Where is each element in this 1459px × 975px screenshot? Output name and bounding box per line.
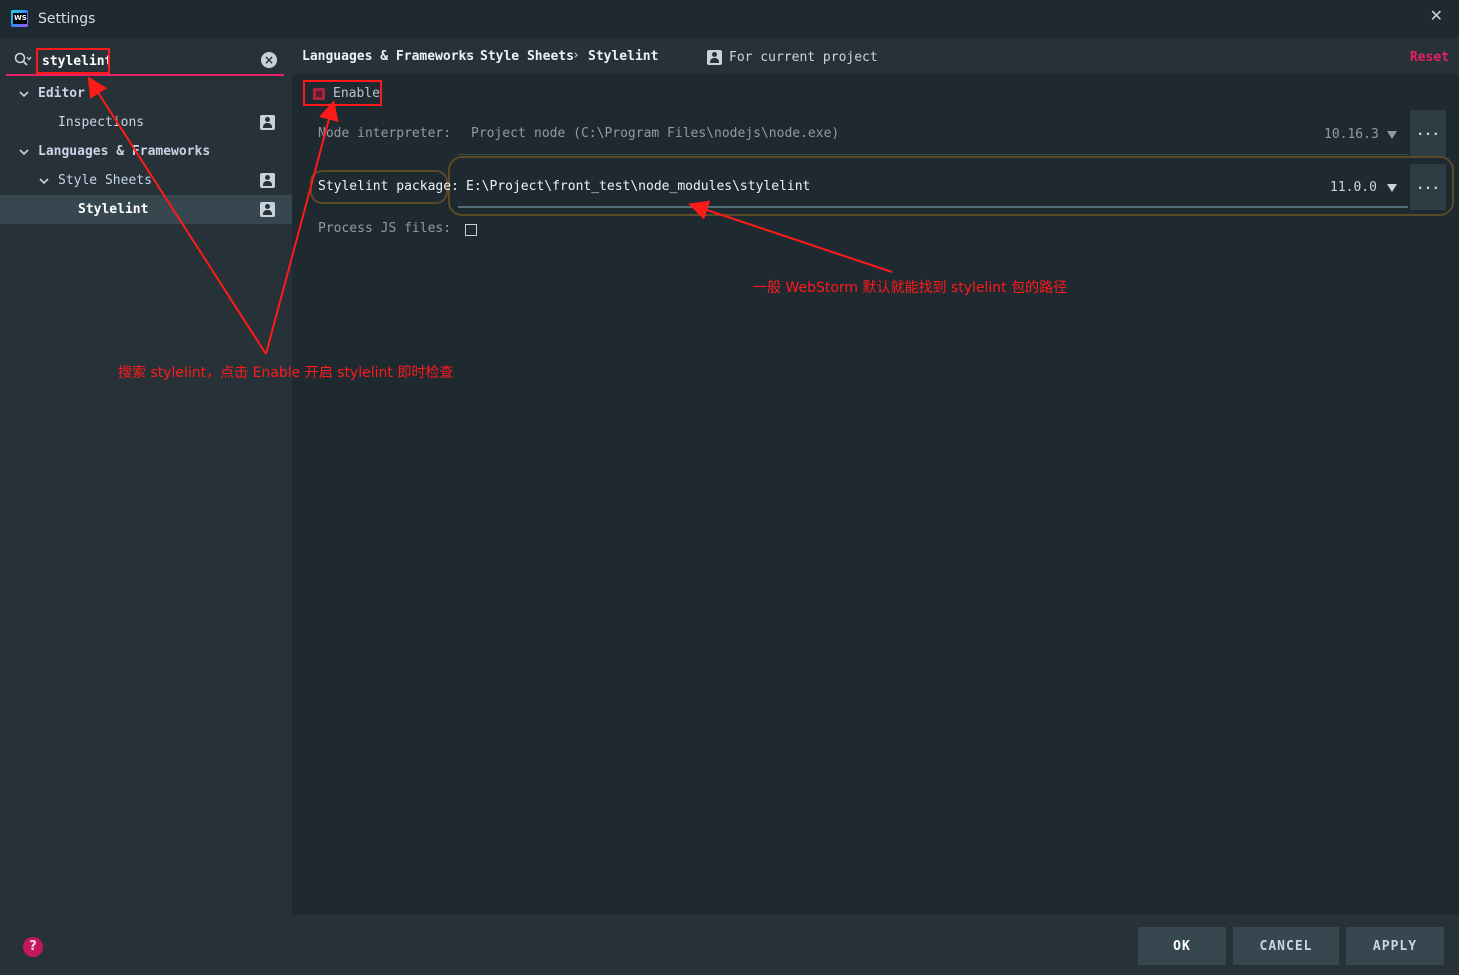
project-scope-icon (707, 50, 722, 65)
search-annotation: 搜索 stylelint，点击 Enable 开启 stylelint 即时检查 (118, 365, 454, 381)
divider (458, 154, 1408, 155)
cancel-button[interactable]: CANCEL (1233, 927, 1339, 965)
tree-item-label: Languages & Frameworks (38, 144, 211, 159)
breadcrumb-separator: › (572, 48, 580, 63)
breadcrumb-languages-frameworks: Languages & Frameworks (302, 49, 475, 64)
stylelint-package-label: Stylelint package: (318, 179, 459, 194)
window-title: Settings (38, 11, 96, 27)
package-annotation: 一般 WebStorm 默认就能找到 stylelint 包的路径 (753, 280, 1068, 296)
process-js-checkbox[interactable] (465, 224, 477, 236)
tree-item-style-sheets[interactable]: Style Sheets (0, 166, 292, 195)
chevron-down-icon[interactable] (19, 89, 29, 99)
settings-sidebar: × Editor Inspections Languages & Framewo… (0, 38, 292, 915)
browse-stylelint-button[interactable]: ... (1410, 164, 1446, 210)
dialog-footer: ? OK CANCEL APPLY (0, 915, 1459, 975)
search-icon[interactable] (14, 52, 32, 68)
node-version: 10.16.3 (1324, 127, 1379, 142)
search-box: × (6, 44, 284, 76)
search-input[interactable] (36, 48, 110, 74)
clear-search-icon[interactable]: × (261, 52, 277, 68)
stylelint-version: 11.0.0 (1330, 180, 1377, 195)
scope-label: For current project (729, 50, 878, 65)
project-scope-icon (260, 173, 275, 188)
tree-item-label: Style Sheets (58, 173, 152, 188)
breadcrumb-style-sheets: Style Sheets (480, 49, 574, 64)
tree-item-stylelint[interactable]: Stylelint (0, 195, 292, 224)
node-interpreter-label: Node interpreter: (318, 126, 452, 141)
content-header: Languages & Frameworks › Style Sheets › … (292, 38, 1459, 74)
breadcrumb-stylelint: Stylelint (588, 49, 659, 64)
close-icon[interactable]: ✕ (1430, 6, 1443, 25)
project-scope-icon (260, 202, 275, 217)
chevron-down-icon[interactable] (19, 147, 29, 157)
project-scope-icon (260, 115, 275, 130)
stylelint-package-input[interactable]: E:\Project\front_test\node_modules\style… (466, 179, 810, 194)
settings-content: Languages & Frameworks › Style Sheets › … (292, 38, 1459, 915)
reset-link[interactable]: Reset (1410, 50, 1449, 65)
tree-item-inspections[interactable]: Inspections (0, 108, 292, 137)
process-js-label: Process JS files: (318, 221, 452, 236)
enable-label: Enable (333, 86, 380, 101)
tree-item-label: Inspections (58, 115, 145, 130)
chevron-down-icon[interactable] (39, 176, 49, 186)
apply-button[interactable]: APPLY (1346, 927, 1444, 965)
tree-item-label: Stylelint (78, 202, 149, 217)
browse-node-button[interactable]: ... (1410, 110, 1446, 156)
stylelint-package-underline (458, 206, 1408, 208)
node-interpreter-value: node (C:\Program Files\nodejs\node.exe) (534, 126, 840, 141)
ok-button[interactable]: OK (1138, 927, 1226, 965)
help-icon[interactable]: ? (23, 937, 43, 957)
enable-checkbox[interactable]: Enable (303, 80, 382, 106)
dropdown-arrow-icon[interactable] (1387, 131, 1397, 139)
tree-item-label: Editor (38, 86, 85, 101)
breadcrumb-separator: › (464, 48, 472, 63)
title-bar: Settings ✕ (0, 0, 1459, 38)
tree-item-editor[interactable]: Editor (0, 79, 292, 108)
tree-item-languages-frameworks[interactable]: Languages & Frameworks (0, 137, 292, 166)
dropdown-arrow-icon[interactable] (1387, 184, 1397, 192)
webstorm-app-icon (11, 10, 28, 27)
node-interpreter-field[interactable]: Project node (C:\Program Files\nodejs\no… (454, 114, 1404, 154)
node-interpreter-prefix: Project (471, 126, 526, 141)
enable-checkbox-box[interactable] (313, 88, 325, 100)
